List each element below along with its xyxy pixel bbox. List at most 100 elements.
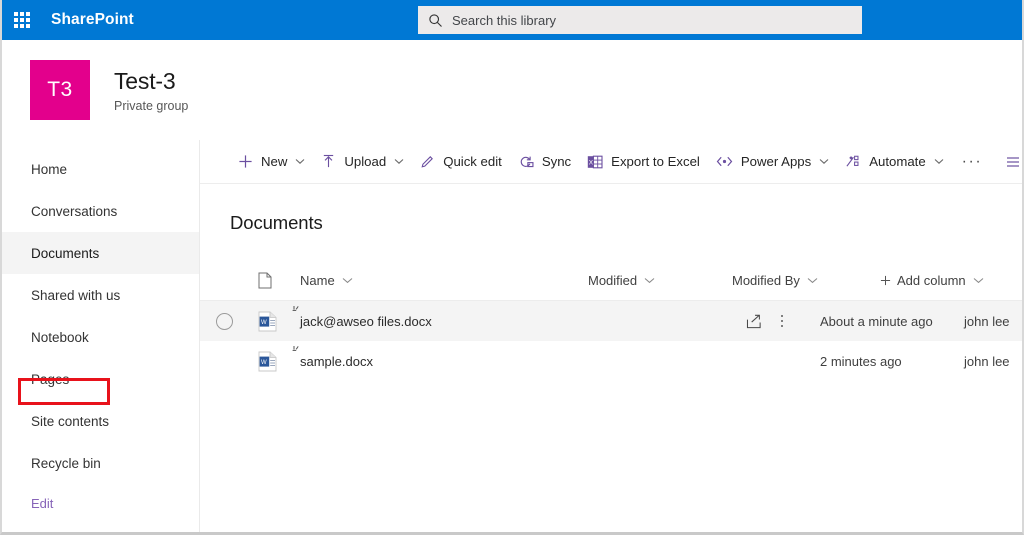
app-launcher-icon[interactable] [2, 0, 42, 40]
sidebar-edit-label: Edit [31, 495, 54, 511]
sidebar-item-label: Site contents [31, 413, 110, 429]
sidebar-item-label: Documents [31, 245, 100, 261]
sidebar-item-label: Conversations [31, 203, 118, 219]
chevron-down-icon[interactable] [342, 277, 353, 284]
file-name-link[interactable]: jack@awseo files.docx [300, 314, 432, 329]
svg-text:W: W [261, 320, 267, 326]
sidebar-item-shared-with-us[interactable]: Shared with us [2, 274, 199, 316]
row-modified-cell: 2 minutes ago [820, 353, 902, 369]
word-file-icon: W [258, 351, 277, 371]
site-header: T3 Test-3 Private group [2, 40, 1022, 140]
chevron-down-icon[interactable] [973, 277, 984, 284]
list-options-button[interactable] [1000, 140, 1022, 184]
chevron-down-icon[interactable] [295, 158, 305, 165]
automate-label: Automate [869, 154, 926, 169]
row-modified-by-cell: john lee [964, 353, 1010, 369]
sidebar-item-label: Notebook [31, 329, 89, 345]
page-title: Documents [230, 212, 323, 233]
sync-icon [518, 154, 534, 169]
column-header-file-type[interactable] [254, 272, 300, 289]
excel-icon: X [587, 154, 603, 170]
row-name-cell[interactable]: sample.docx [292, 345, 588, 369]
sync-button[interactable]: Sync [510, 140, 579, 184]
document-icon [258, 272, 272, 288]
new-item-indicator-icon [292, 305, 304, 317]
sidebar-item-documents[interactable]: Documents [2, 232, 199, 274]
plus-icon [880, 275, 891, 286]
new-item-indicator-icon [292, 345, 304, 357]
chevron-down-icon[interactable] [934, 158, 944, 165]
column-header-modified-by-label: Modified By [732, 272, 800, 288]
site-title: Test-3 [114, 67, 176, 94]
more-commands-button[interactable]: ··· [952, 140, 992, 184]
upload-icon [321, 154, 336, 169]
sidebar-item-site-contents[interactable]: Site contents [2, 400, 199, 442]
sidebar-item-label: Recycle bin [31, 455, 101, 471]
circle-checkbox-icon[interactable] [216, 312, 233, 330]
quick-edit-label: Quick edit [443, 154, 502, 169]
row-select-checkbox[interactable] [216, 312, 254, 330]
list-column-headers: Name Modified Modified By Add column [200, 260, 1022, 301]
column-header-modified-by[interactable]: Modified By [732, 273, 880, 288]
plus-icon [238, 154, 253, 169]
file-name-link[interactable]: sample.docx [300, 354, 373, 369]
sidebar-item-conversations[interactable]: Conversations [2, 190, 199, 232]
word-file-icon: W [258, 311, 277, 331]
add-column-button[interactable]: Add column [880, 273, 984, 288]
suite-brand[interactable]: SharePoint [51, 11, 134, 29]
automate-button[interactable]: Automate [837, 140, 951, 184]
sidebar-item-label: Home [31, 161, 68, 177]
list-view-icon [1007, 157, 1019, 167]
table-row[interactable]: W sample.docx 2 minutes ago john lee [200, 341, 1022, 381]
kebab-menu-icon [780, 314, 784, 328]
upload-label: Upload [344, 154, 387, 169]
column-header-modified[interactable]: Modified [588, 273, 732, 288]
sidebar-edit-link[interactable]: Edit [2, 484, 199, 522]
chevron-down-icon[interactable] [644, 277, 655, 284]
export-to-excel-label: Export to Excel [611, 154, 700, 169]
svg-text:W: W [261, 360, 267, 366]
automate-icon [845, 154, 861, 169]
share-icon[interactable] [740, 307, 768, 335]
power-apps-icon [716, 155, 733, 168]
sidebar-item-recycle-bin[interactable]: Recycle bin [2, 442, 199, 484]
waffle-grid [14, 12, 30, 28]
row-modified-by-cell: john lee [964, 313, 1010, 329]
site-identity: Test-3 Private group [114, 68, 188, 113]
search-input[interactable]: Search this library [452, 13, 556, 28]
column-header-name[interactable]: Name [300, 273, 588, 288]
new-label: New [261, 154, 288, 169]
column-header-modified-label: Modified [588, 272, 638, 288]
export-to-excel-button[interactable]: X Export to Excel [579, 140, 708, 184]
site-privacy-label: Private group [114, 98, 189, 113]
row-name-cell[interactable]: jack@awseo files.docx [292, 305, 588, 329]
sidebar-item-notebook[interactable]: Notebook [2, 316, 199, 358]
chevron-down-icon[interactable] [819, 158, 829, 165]
command-bar: New Upload Quick edit Sync X Export to E… [200, 140, 1022, 184]
chevron-down-icon[interactable] [394, 158, 404, 165]
sharepoint-page: SharePoint Search this library T3 Test-3… [0, 0, 1024, 535]
pencil-icon [420, 154, 435, 169]
quick-edit-button[interactable]: Quick edit [412, 140, 510, 184]
left-navigation: Home Conversations Documents Shared with… [2, 140, 200, 532]
new-button[interactable]: New [230, 140, 313, 184]
main-content: New Upload Quick edit Sync X Export to E… [200, 140, 1022, 532]
row-actions [740, 307, 796, 335]
upload-button[interactable]: Upload [313, 140, 412, 184]
column-header-name-label: Name [300, 272, 335, 288]
power-apps-label: Power Apps [740, 154, 812, 169]
power-apps-button[interactable]: Power Apps [708, 140, 837, 184]
chevron-down-icon[interactable] [807, 277, 818, 284]
body: Home Conversations Documents Shared with… [2, 140, 1022, 532]
sidebar-item-label: Pages [31, 371, 70, 387]
search-icon [418, 6, 452, 34]
sync-label: Sync [541, 154, 572, 169]
row-more-actions-button[interactable] [768, 307, 796, 335]
table-row[interactable]: W jack@awseo files.docx About a minute a… [200, 301, 1022, 341]
sidebar-item-pages[interactable]: Pages [2, 358, 199, 400]
row-modified-cell: About a minute ago [820, 313, 933, 329]
add-column-label: Add column [897, 272, 966, 288]
sidebar-item-home[interactable]: Home [2, 148, 199, 190]
site-logo: T3 [30, 60, 90, 120]
search-box[interactable]: Search this library [418, 6, 862, 34]
